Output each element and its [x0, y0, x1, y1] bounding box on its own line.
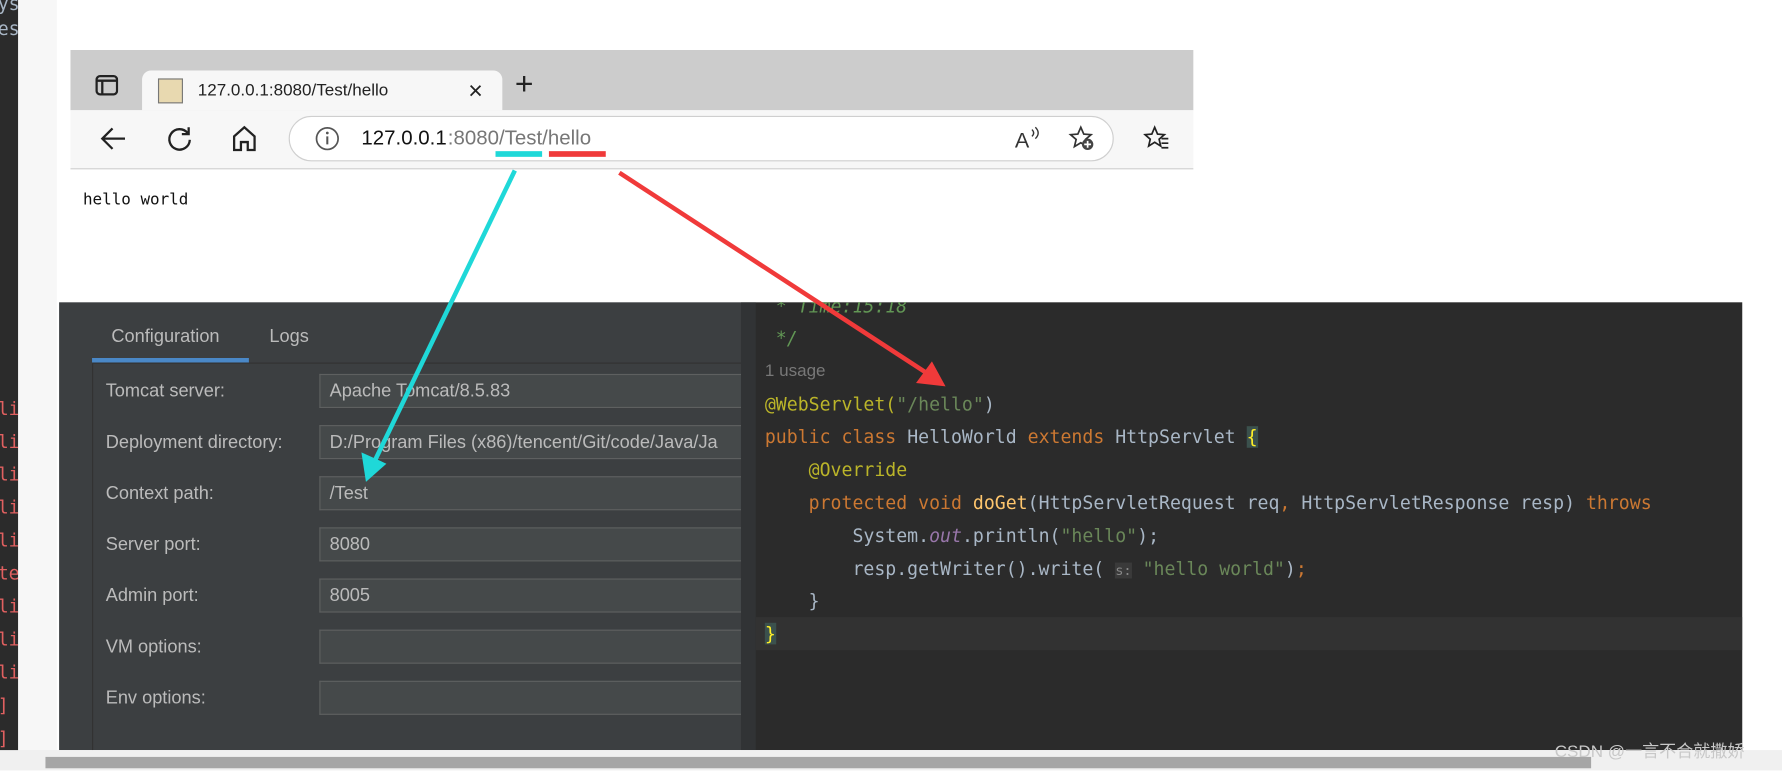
scrollbar-thumb[interactable] — [45, 756, 1592, 769]
red-arrow — [618, 170, 946, 387]
watermark: CSDN @一言不合就撒娇 — [1554, 742, 1745, 762]
annotation-arrows — [361, 169, 946, 482]
cyan-arrow — [361, 169, 517, 482]
